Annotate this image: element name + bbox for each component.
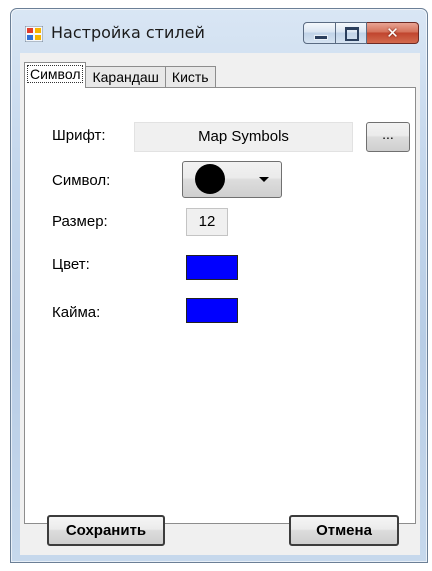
- font-label: Шрифт:: [52, 127, 106, 144]
- symbol-dropdown[interactable]: [182, 161, 282, 198]
- color-label: Цвет:: [52, 256, 90, 273]
- symbol-preview: [195, 164, 225, 194]
- settings-window: Настройка стилей ✕ Символ Карандаш Кисть…: [10, 8, 428, 563]
- border-label: Кайма:: [52, 304, 101, 321]
- close-icon: ✕: [386, 24, 399, 42]
- minimize-icon: [314, 35, 328, 40]
- app-icon: [24, 25, 44, 43]
- size-field[interactable]: 12: [186, 208, 228, 236]
- font-field: Map Symbols: [134, 122, 353, 152]
- tab-brush[interactable]: Кисть: [164, 66, 216, 88]
- maximize-button[interactable]: [336, 22, 367, 44]
- size-label: Размер:: [52, 213, 108, 230]
- tab-symbol-label: Символ: [26, 65, 84, 83]
- browse-font-button[interactable]: ...: [366, 122, 410, 152]
- symbol-label: Символ:: [52, 172, 111, 189]
- title-bar[interactable]: Настройка стилей ✕: [11, 9, 427, 53]
- window-title: Настройка стилей: [51, 23, 205, 42]
- tab-strip: Символ Карандаш Кисть: [24, 62, 216, 88]
- close-button[interactable]: ✕: [367, 22, 419, 44]
- caption-buttons: ✕: [303, 22, 419, 44]
- maximize-icon: [345, 27, 359, 41]
- tab-pencil[interactable]: Карандаш: [85, 66, 166, 88]
- chevron-down-icon: [259, 177, 269, 182]
- color-swatch[interactable]: [186, 255, 238, 280]
- tab-symbol[interactable]: Символ: [24, 62, 87, 88]
- cancel-button[interactable]: Отмена: [289, 515, 399, 546]
- border-color-swatch[interactable]: [186, 298, 238, 323]
- client-area: Символ Карандаш Кисть Шрифт: Map Symbols…: [20, 53, 420, 555]
- save-button[interactable]: Сохранить: [47, 515, 165, 546]
- minimize-button[interactable]: [303, 22, 336, 44]
